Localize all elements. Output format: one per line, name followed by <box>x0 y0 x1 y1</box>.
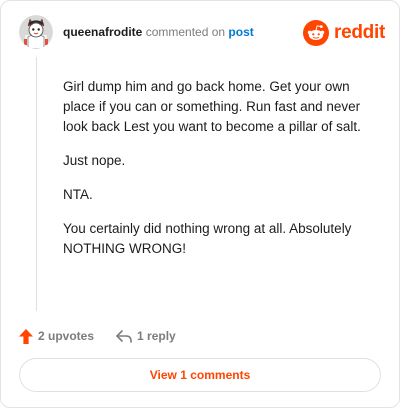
reply-arrow-icon <box>116 329 132 343</box>
comment-actions: 2 upvotes 1 reply <box>19 325 176 347</box>
comment-paragraph: Just nope. <box>63 153 126 168</box>
comment-card: queenafrodite commented on post reddit G… <box>0 0 400 408</box>
comment-header: queenafrodite commented on post reddit <box>19 15 385 53</box>
reply-button[interactable]: 1 reply <box>116 329 176 343</box>
reddit-wordmark: reddit <box>334 22 385 43</box>
upvote-arrow-icon <box>19 328 33 344</box>
view-comments-button[interactable]: View 1 comments <box>19 358 381 392</box>
reply-count: 1 reply <box>137 329 176 343</box>
thread-line <box>36 57 37 311</box>
comment-paragraph: You certainly did nothing wrong at all. … <box>63 221 352 256</box>
username[interactable]: queenafrodite <box>63 25 142 39</box>
reddit-logo-icon <box>303 20 330 46</box>
comment-body: Girl dump him and go back home. Get your… <box>63 77 381 273</box>
avatar[interactable] <box>19 15 53 49</box>
brand-logo[interactable]: reddit <box>303 20 385 46</box>
upvote-button[interactable]: 2 upvotes <box>19 328 95 344</box>
comment-paragraph: NTA. <box>63 187 93 202</box>
post-link[interactable]: post <box>228 25 253 39</box>
upvotes-count: 2 upvotes <box>38 329 95 343</box>
action-text: commented on <box>145 25 226 39</box>
comment-paragraph: Girl dump him and go back home. Get your… <box>63 79 361 134</box>
comment-meta: queenafrodite commented on post <box>63 25 254 39</box>
avatar-icon <box>19 15 53 49</box>
